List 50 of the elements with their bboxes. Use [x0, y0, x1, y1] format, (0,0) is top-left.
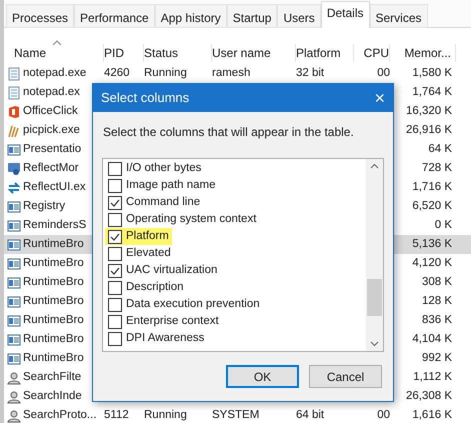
table-cell-text: 64 K	[428, 142, 452, 157]
table-cell-text: SearchProto...	[23, 408, 97, 423]
table-cell-text: 1,764 K	[412, 84, 452, 100]
table-cell-text: 308 K	[422, 274, 452, 290]
table-cell-text: SearchInde	[23, 388, 82, 404]
table-cell-text: RuntimeBro	[23, 350, 84, 366]
table-cell-text: OfficeClick	[23, 104, 78, 119]
table-cell-text: 26,308 K	[406, 388, 452, 404]
table-cell-text: SYSTEM	[212, 408, 260, 423]
table-cell-text: 4260	[104, 66, 130, 81]
table-cell-text: notepad.ex	[23, 84, 80, 100]
table-cell-text: 728 K	[422, 160, 452, 176]
table-cell-text: 6,520 K	[412, 198, 452, 214]
table-cell-text: ReflectMor	[23, 160, 79, 176]
table-cell-text: ramesh	[212, 66, 250, 81]
table-cell-text: RuntimeBro	[23, 294, 84, 309]
table-cell-text: RuntimeBro	[23, 274, 84, 290]
table-cell-text: SearchFilte	[23, 370, 82, 385]
table-cell-text: 1,716 K	[412, 180, 452, 195]
table-cell-text: 4,120 K	[412, 256, 452, 271]
table-cell-text: 5112	[104, 408, 129, 423]
table-cell-text: RuntimeBro	[23, 332, 84, 347]
table-cell-text: Presentatio	[23, 142, 82, 157]
table-cell-text: 128 K	[422, 294, 452, 309]
table-cell-text: 00	[377, 66, 390, 81]
table-cell-text: Running	[144, 408, 187, 423]
table-cell-text: 0 K	[434, 218, 452, 233]
table-cell-text: 5,136 K	[412, 236, 452, 252]
table-cell-text: 1,112 K	[413, 370, 452, 385]
table-cell-text: RemindersS	[23, 218, 86, 233]
table-cell-text: 32 bit	[296, 66, 324, 81]
table-cell-text: 00	[377, 408, 390, 423]
table-cell-text: Registry	[23, 198, 66, 214]
table-cell-text: 1,580 K	[412, 66, 452, 81]
table-cell-text: 26,916 K	[406, 122, 452, 138]
table-cell-text: ReflectUI.ex	[23, 180, 86, 195]
table-cell-text: 64 bit	[296, 408, 324, 423]
table-cell-text: 992 K	[422, 350, 452, 366]
dialog-instruction: Select the columns that will appear in the table.	[103, 124, 355, 141]
table-cell-text: RuntimeBro	[23, 312, 84, 328]
dialog-title: Select columns	[101, 89, 190, 108]
table-cell-text: notepad.exe	[23, 66, 86, 81]
table-cell-text: picpick.exe	[23, 122, 80, 138]
table-cell-text: RuntimeBro	[23, 256, 84, 271]
table-cell-text: Running	[144, 66, 187, 81]
table-cell-text: 836 K	[422, 312, 452, 328]
table-cell-text: 1,616 K	[412, 408, 452, 423]
table-cell-text: 16,320 K	[406, 104, 452, 119]
table-cell-text: RuntimeBro	[23, 236, 84, 252]
table-cell-text: 4,104 K	[412, 332, 452, 347]
